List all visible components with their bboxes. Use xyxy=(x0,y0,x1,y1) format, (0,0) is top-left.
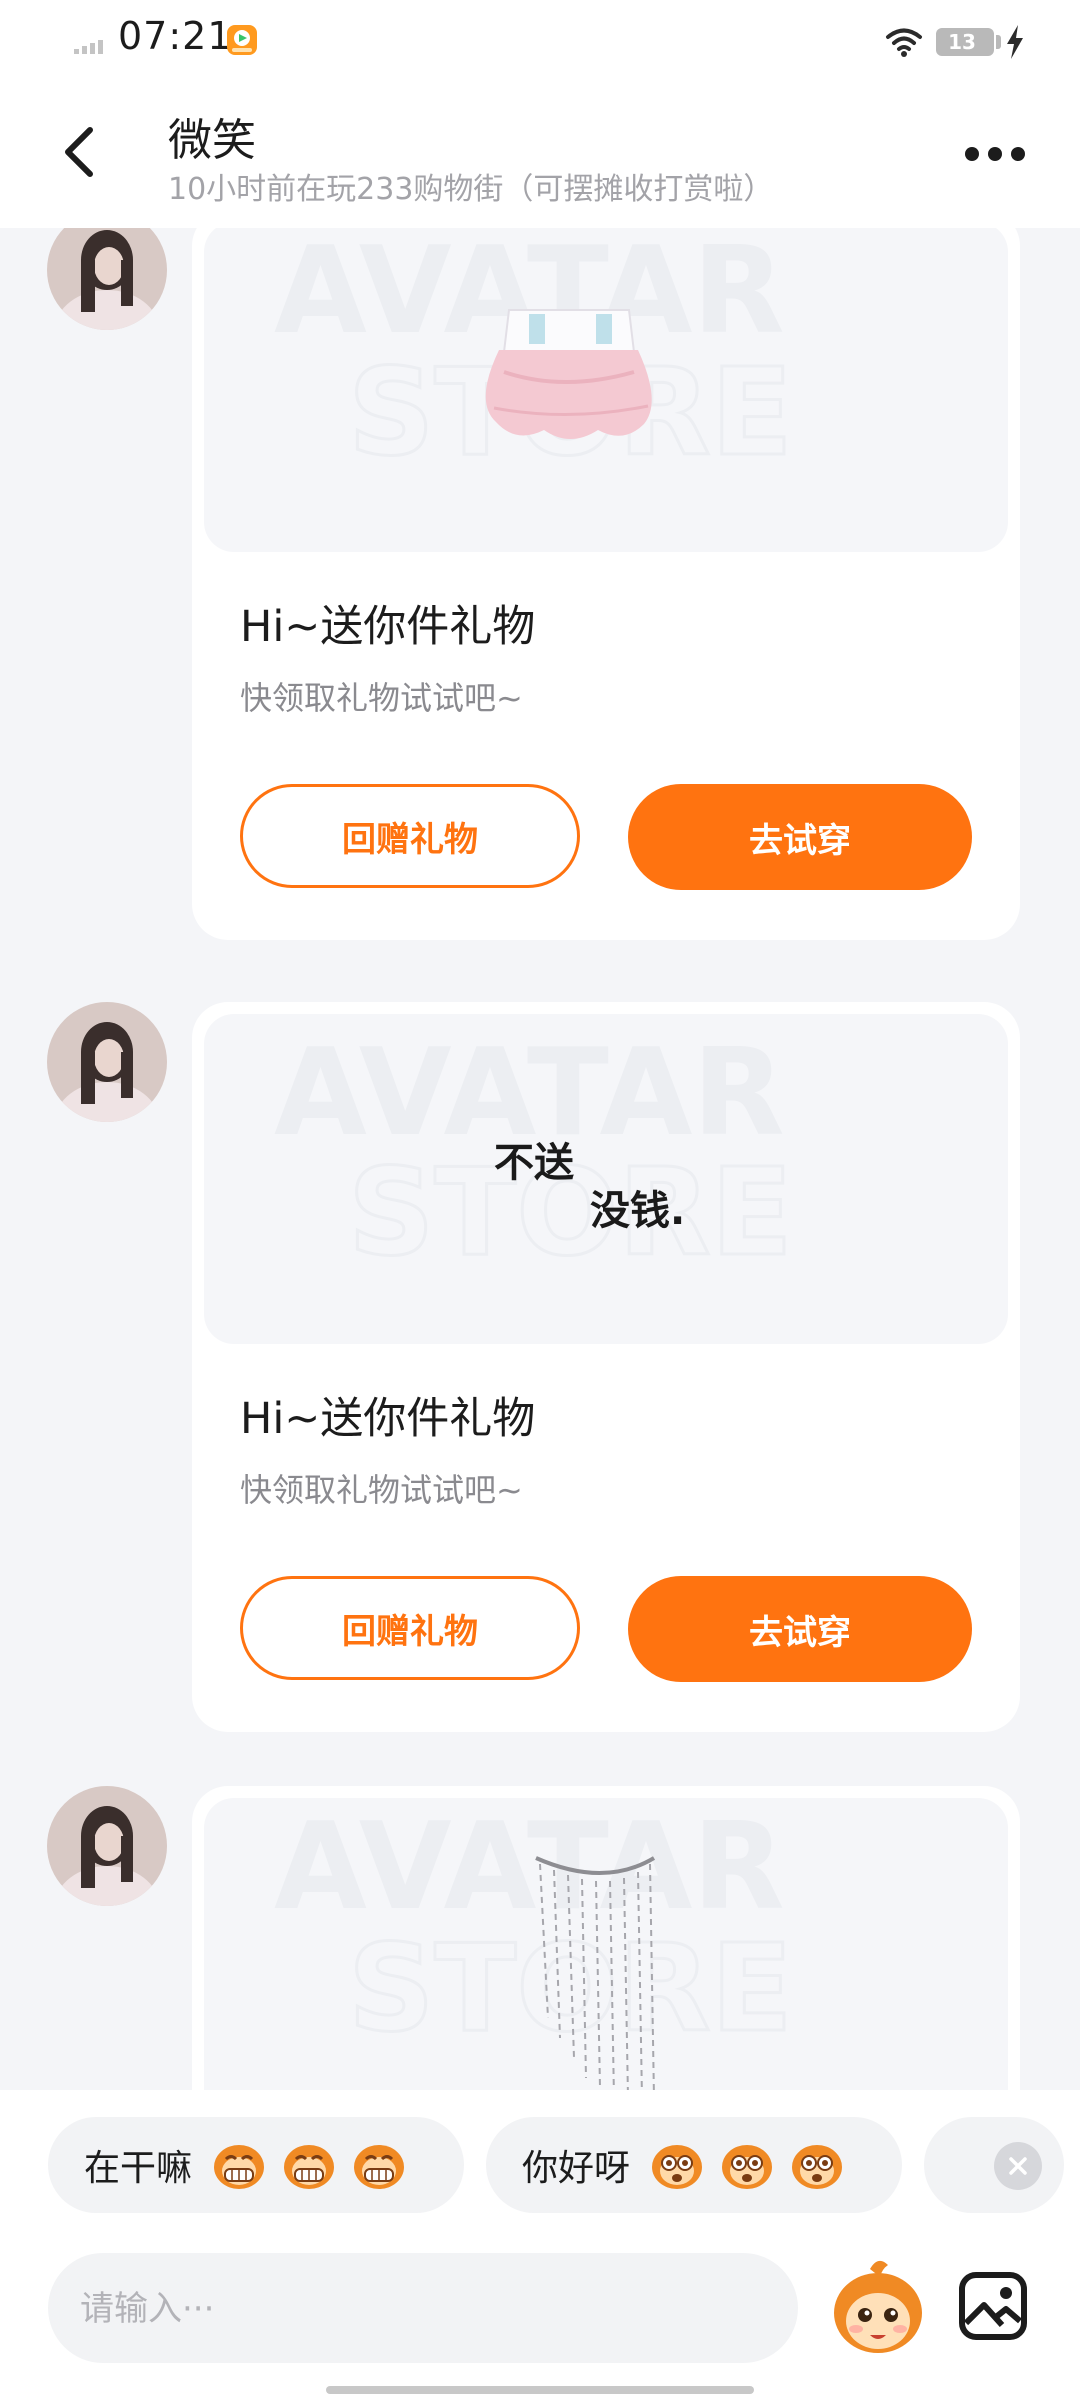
status-bar: 07:21 13 xyxy=(0,0,1080,84)
image-icon[interactable] xyxy=(958,2271,1028,2341)
avatar-image xyxy=(47,228,167,330)
more-icon[interactable] xyxy=(960,134,1030,174)
close-glyph xyxy=(1009,2157,1027,2175)
gift-subtitle: 快领取礼物试试吧~ xyxy=(240,1471,523,1509)
mascot-emoji-icon[interactable] xyxy=(830,2255,926,2359)
return-gift-button[interactable]: 回赠礼物 xyxy=(240,784,580,888)
back-arrow-icon[interactable] xyxy=(50,116,114,188)
quick-reply-text: 在干嘛 xyxy=(84,2148,193,2189)
avatar[interactable] xyxy=(47,1786,167,1906)
gift-illustration: AVATAR STORE xyxy=(274,228,794,485)
message-input[interactable] xyxy=(78,2253,772,2365)
quick-reply-chip[interactable]: 你好呀 xyxy=(486,2117,902,2213)
watermark-store: STORE xyxy=(348,1920,793,2059)
chat-screen: 07:21 13 微笑 10小时前在玩233购物街（可摆摊收打赏啦） AVATA… xyxy=(0,0,1080,2400)
status-time: 07:21 xyxy=(118,14,233,58)
surprised-monkey-emoji xyxy=(722,2145,773,2189)
quick-reply-chip[interactable]: 在干嘛 xyxy=(48,2117,464,2213)
sticker-line-1: 不送 xyxy=(494,1140,574,1186)
avatar-image xyxy=(47,1786,167,1906)
chat-list[interactable]: AVATAR STORE Hi~送你件礼物 快领取礼物试试吧~ 回赠礼物 去试穿 xyxy=(0,228,1080,2090)
return-gift-button[interactable]: 回赠礼物 xyxy=(240,1576,580,1680)
avatar[interactable] xyxy=(47,228,167,330)
chat-header: 微笑 10小时前在玩233购物街（可摆摊收打赏啦） xyxy=(0,84,1080,228)
text-sticker-gift-image: AVATAR STORE 不送 没钱. xyxy=(204,1014,1008,1344)
sticker-line-2: 没钱. xyxy=(590,1188,686,1234)
gift-title: Hi~送你件礼物 xyxy=(240,1394,536,1444)
charging-icon xyxy=(1007,25,1023,59)
app-notification-icon xyxy=(227,25,257,55)
gift-subtitle: 快领取礼物试试吧~ xyxy=(240,679,523,717)
surprised-monkey-emoji xyxy=(652,2145,703,2189)
pink-skirt-gift-image: AVATAR STORE xyxy=(204,228,1008,552)
gift-card[interactable]: AVATAR STORE Hi~送你件礼物 快领取礼物试试吧~ 回赠礼物 去试穿 xyxy=(192,228,1020,940)
try-on-button[interactable]: 去试穿 xyxy=(628,784,972,890)
avatar[interactable] xyxy=(47,1002,167,1122)
home-indicator[interactable] xyxy=(326,2386,754,2394)
battery-icon: 13 xyxy=(936,28,994,56)
contact-name: 微笑 xyxy=(168,115,256,166)
grinning-monkey-emoji xyxy=(214,2145,265,2189)
grinning-monkey-emoji xyxy=(354,2145,405,2189)
close-icon[interactable] xyxy=(994,2142,1042,2190)
bead-curtain-gift-image: AVATAR STORE xyxy=(204,1798,1008,2090)
contact-status: 10小时前在玩233购物街（可摆摊收打赏啦） xyxy=(168,172,774,207)
signal-icon xyxy=(74,40,103,54)
try-on-button[interactable]: 去试穿 xyxy=(628,1576,972,1682)
avatar-image xyxy=(47,1002,167,1122)
watermark-avatar: AVATAR xyxy=(274,1798,785,1937)
message-input-box[interactable] xyxy=(48,2253,798,2365)
battery-level: 13 xyxy=(948,30,976,54)
composer-panel: 在干嘛 你好呀 请输入··· xyxy=(0,2090,1080,2400)
gift-illustration: AVATAR STORE xyxy=(274,1798,794,2090)
gift-card[interactable]: AVATAR STORE 不送 没钱. Hi~送你件礼物 快领取礼物试试吧~ 回… xyxy=(192,1002,1020,1732)
quick-reply-text: 你好呀 xyxy=(522,2148,631,2189)
grinning-monkey-emoji xyxy=(284,2145,335,2189)
wifi-icon xyxy=(886,28,922,57)
gift-card[interactable]: AVATAR STORE xyxy=(192,1786,1020,2090)
battery-cap xyxy=(996,35,1001,49)
gift-title: Hi~送你件礼物 xyxy=(240,602,536,652)
surprised-monkey-emoji xyxy=(792,2145,843,2189)
